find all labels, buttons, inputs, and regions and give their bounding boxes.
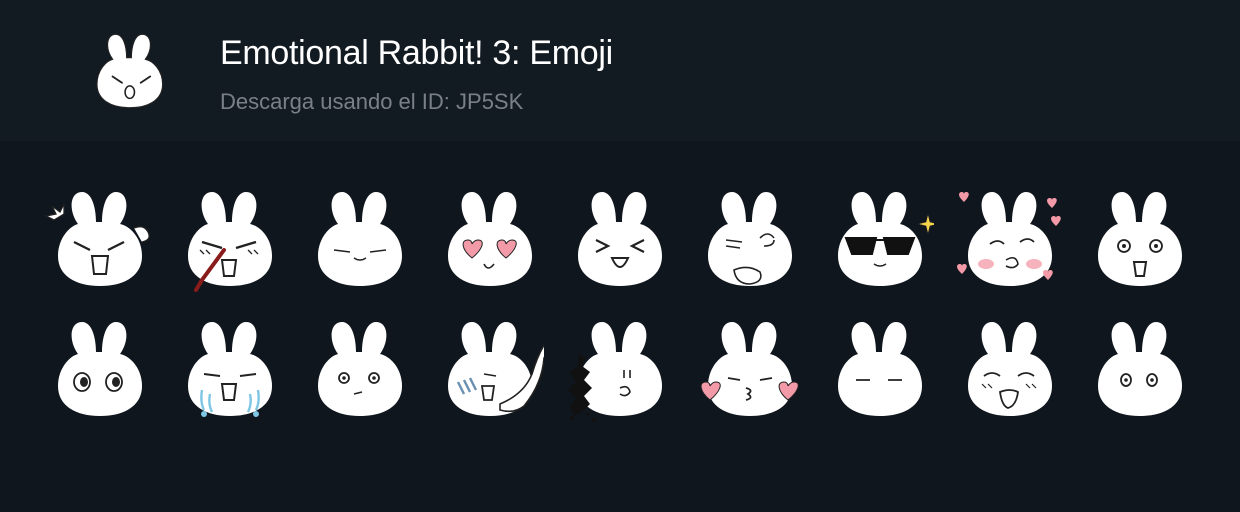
sticker-in-love[interactable] [954, 184, 1064, 294]
sticker-nosebleed[interactable] [174, 184, 284, 294]
sticker-plain[interactable] [1084, 314, 1194, 424]
sticker-kiss[interactable] [694, 314, 804, 424]
sticker-heart-eyes[interactable] [434, 184, 544, 294]
sticker-crying[interactable] [174, 314, 284, 424]
sticker-grid [0, 0, 1240, 512]
sticker-thinking[interactable] [694, 184, 804, 294]
sticker-blank[interactable] [824, 314, 934, 424]
sticker-unimpressed[interactable] [304, 314, 414, 424]
sticker-sunglasses[interactable] [824, 184, 934, 294]
sticker-shocked[interactable] [1084, 184, 1194, 294]
sticker-wide-eyes[interactable] [44, 314, 154, 424]
sticker-drooling[interactable] [954, 314, 1064, 424]
sticker-angry-puff[interactable] [44, 184, 154, 294]
sticker-smug[interactable] [304, 184, 414, 294]
sticker-laughing[interactable] [564, 184, 674, 294]
sticker-crumbling[interactable] [564, 314, 674, 424]
sticker-shy-wave[interactable] [434, 314, 544, 424]
